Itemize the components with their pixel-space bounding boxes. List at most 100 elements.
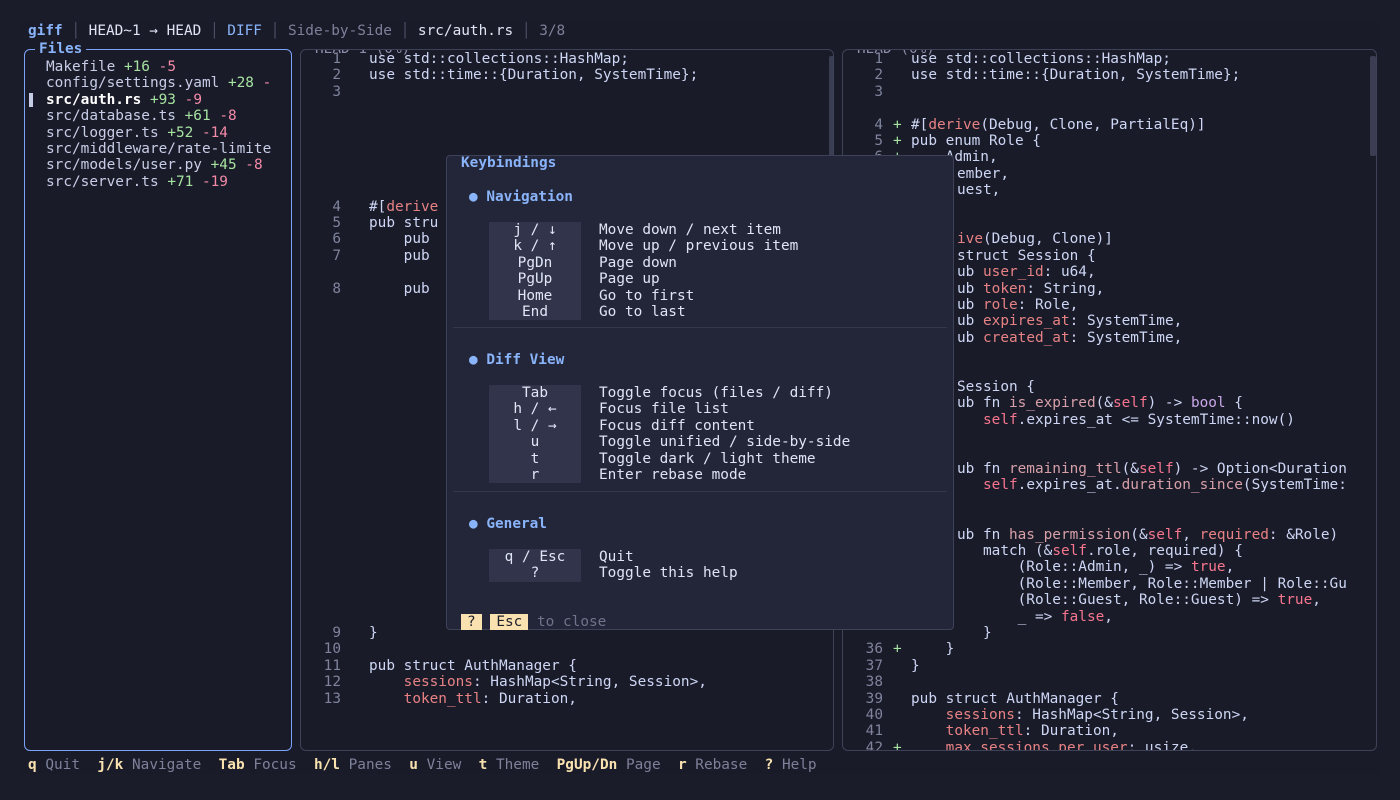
keybinding-key: Tab [522,385,548,401]
file-name: src/models/user.py [46,157,202,174]
code-token: : HashMap<String, Session>, [472,674,707,691]
diff-marker: + [893,116,902,133]
code-token: ub [957,264,983,281]
additions-count: +52 [167,124,194,141]
code-line: #[derive [369,199,438,215]
file-list-item[interactable]: Makefile +16 -5 [46,59,176,75]
code-line: ub fn remaining_ttl(&self) -> Option<Dur… [957,461,1347,477]
code-line: pub [369,281,430,297]
additions-count: +93 [149,91,176,108]
line-number: 10 [323,641,341,658]
shortcut-label: Help [781,757,817,773]
code-line: use std::collections::HashMap; [369,51,629,67]
line-number: 38 [865,674,883,691]
shortcut-key[interactable]: h/l [314,757,340,773]
line-number: 7 [332,247,341,264]
code-line: self.expires_at <= SystemTime::now() [957,412,1295,428]
code-token: use std::collections::HashMap; [369,51,629,67]
code-line: pub [369,231,430,247]
additions-count: +16 [123,59,150,75]
keybinding-key: l / → [513,417,557,434]
shortcut-key[interactable]: t [479,757,488,773]
shortcut-key[interactable]: PgUp/Dn [557,757,618,773]
shortcut-label: Rebase [695,757,748,773]
code-line: ub expires_at: SystemTime, [957,313,1182,329]
code-line: ub role: Role, [957,297,1078,313]
code-line: _ => false, [957,609,1113,625]
code-line: token_ttl: Duration, [369,691,577,707]
code-line: sessions: HashMap<String, Session>, [369,674,707,690]
code-token: , [1312,592,1321,609]
code-line: Session { [957,379,1035,395]
file-list-item[interactable]: config/settings.yaml +28 - [46,75,271,91]
code-line: ub fn is_expired(&self) -> bool { [957,395,1243,411]
code-token: } [911,641,955,658]
file-name: src/auth.rs [46,91,142,108]
diff-marker: + [893,739,902,751]
file-list-item[interactable]: src/database.ts +61 -8 [46,108,237,124]
deletions-count: -8 [245,157,263,174]
keybinding-key: q / Esc [504,549,566,565]
code-line: ub user_id: u64, [957,264,1096,280]
keybinding-key: h / ← [513,401,557,418]
keybinding-description: Page down [599,254,677,271]
code-token: has_permission [1008,526,1131,543]
files-panel[interactable]: Files Makefile +16 -5 config/settings.yam… [24,41,292,751]
code-token: derive [928,116,981,133]
code-line: } [957,625,992,641]
line-number: 13 [323,690,341,707]
shortcut-key[interactable]: j/k [97,757,123,773]
line-number: 9 [332,625,341,641]
file-name: Makefile [46,59,116,75]
current-file: src/auth.rs [417,23,514,39]
line-number: 4 [332,198,341,215]
keybinding-description: Move down / next item [599,222,781,238]
code-token: role [983,297,1018,313]
file-list-item[interactable]: src/auth.rs +93 -9 [46,92,202,108]
keybinding-key: End [522,304,548,320]
shortcut-key[interactable]: q [28,757,37,773]
code-line: } [369,625,378,641]
modal-footer: ? Esc to close [461,614,606,630]
file-name: src/database.ts [46,108,176,125]
code-token: false [1060,608,1105,625]
line-number: 8 [332,280,341,297]
code-token: pub [369,247,430,264]
additions-count: +71 [167,173,194,190]
code-token: sessions [403,674,473,691]
shortcut-key[interactable]: ? [765,757,774,773]
code-token: (Role::Member, Role::Member | Role::Gu [957,575,1347,592]
code-line: #[derive(Debug, Clone, PartialEq)] [911,117,1206,133]
shortcut-key[interactable]: u [409,757,418,773]
code-token: (& [1095,395,1113,412]
code-token: } [957,625,992,641]
shortcut-key[interactable]: r [678,757,687,773]
file-list-item[interactable]: src/middleware/rate-limite [46,141,271,157]
line-number: 4 [874,116,883,133]
code-token: (Role::Guest, Role::Guest) => [957,592,1278,609]
code-line: struct Session { [957,248,1096,264]
code-token: pub enum Role { [911,133,1041,149]
keybinding-key: ? [530,565,540,582]
keybinding-key: u [530,434,540,451]
keybinding-key: t [530,450,540,467]
help-key-badge[interactable]: ? [461,614,482,630]
keybinding-description: Toggle this help [599,565,738,582]
code-line: use std::time::{Duration, SystemTime}; [369,67,698,83]
line-number: 39 [865,690,883,707]
file-list-item[interactable]: src/server.ts +71 -19 [46,174,228,190]
file-position: 3/8 [539,23,566,39]
file-list-item[interactable]: src/models/user.py +45 -8 [46,157,263,173]
file-list-item[interactable]: src/logger.ts +52 -14 [46,125,228,141]
esc-key-badge[interactable]: Esc [490,614,529,630]
new-pane-scrollbar[interactable] [1370,56,1376,156]
shortcut-label: Page [625,757,661,773]
code-token: : SystemTime, [1069,329,1183,346]
keybinding-key: r [530,467,540,483]
line-number: 37 [865,657,883,674]
shortcut-key[interactable]: Tab [219,757,245,773]
section-title-general: ● General [469,516,547,532]
code-line: pub stru [369,215,438,231]
code-token: self [983,411,1018,428]
